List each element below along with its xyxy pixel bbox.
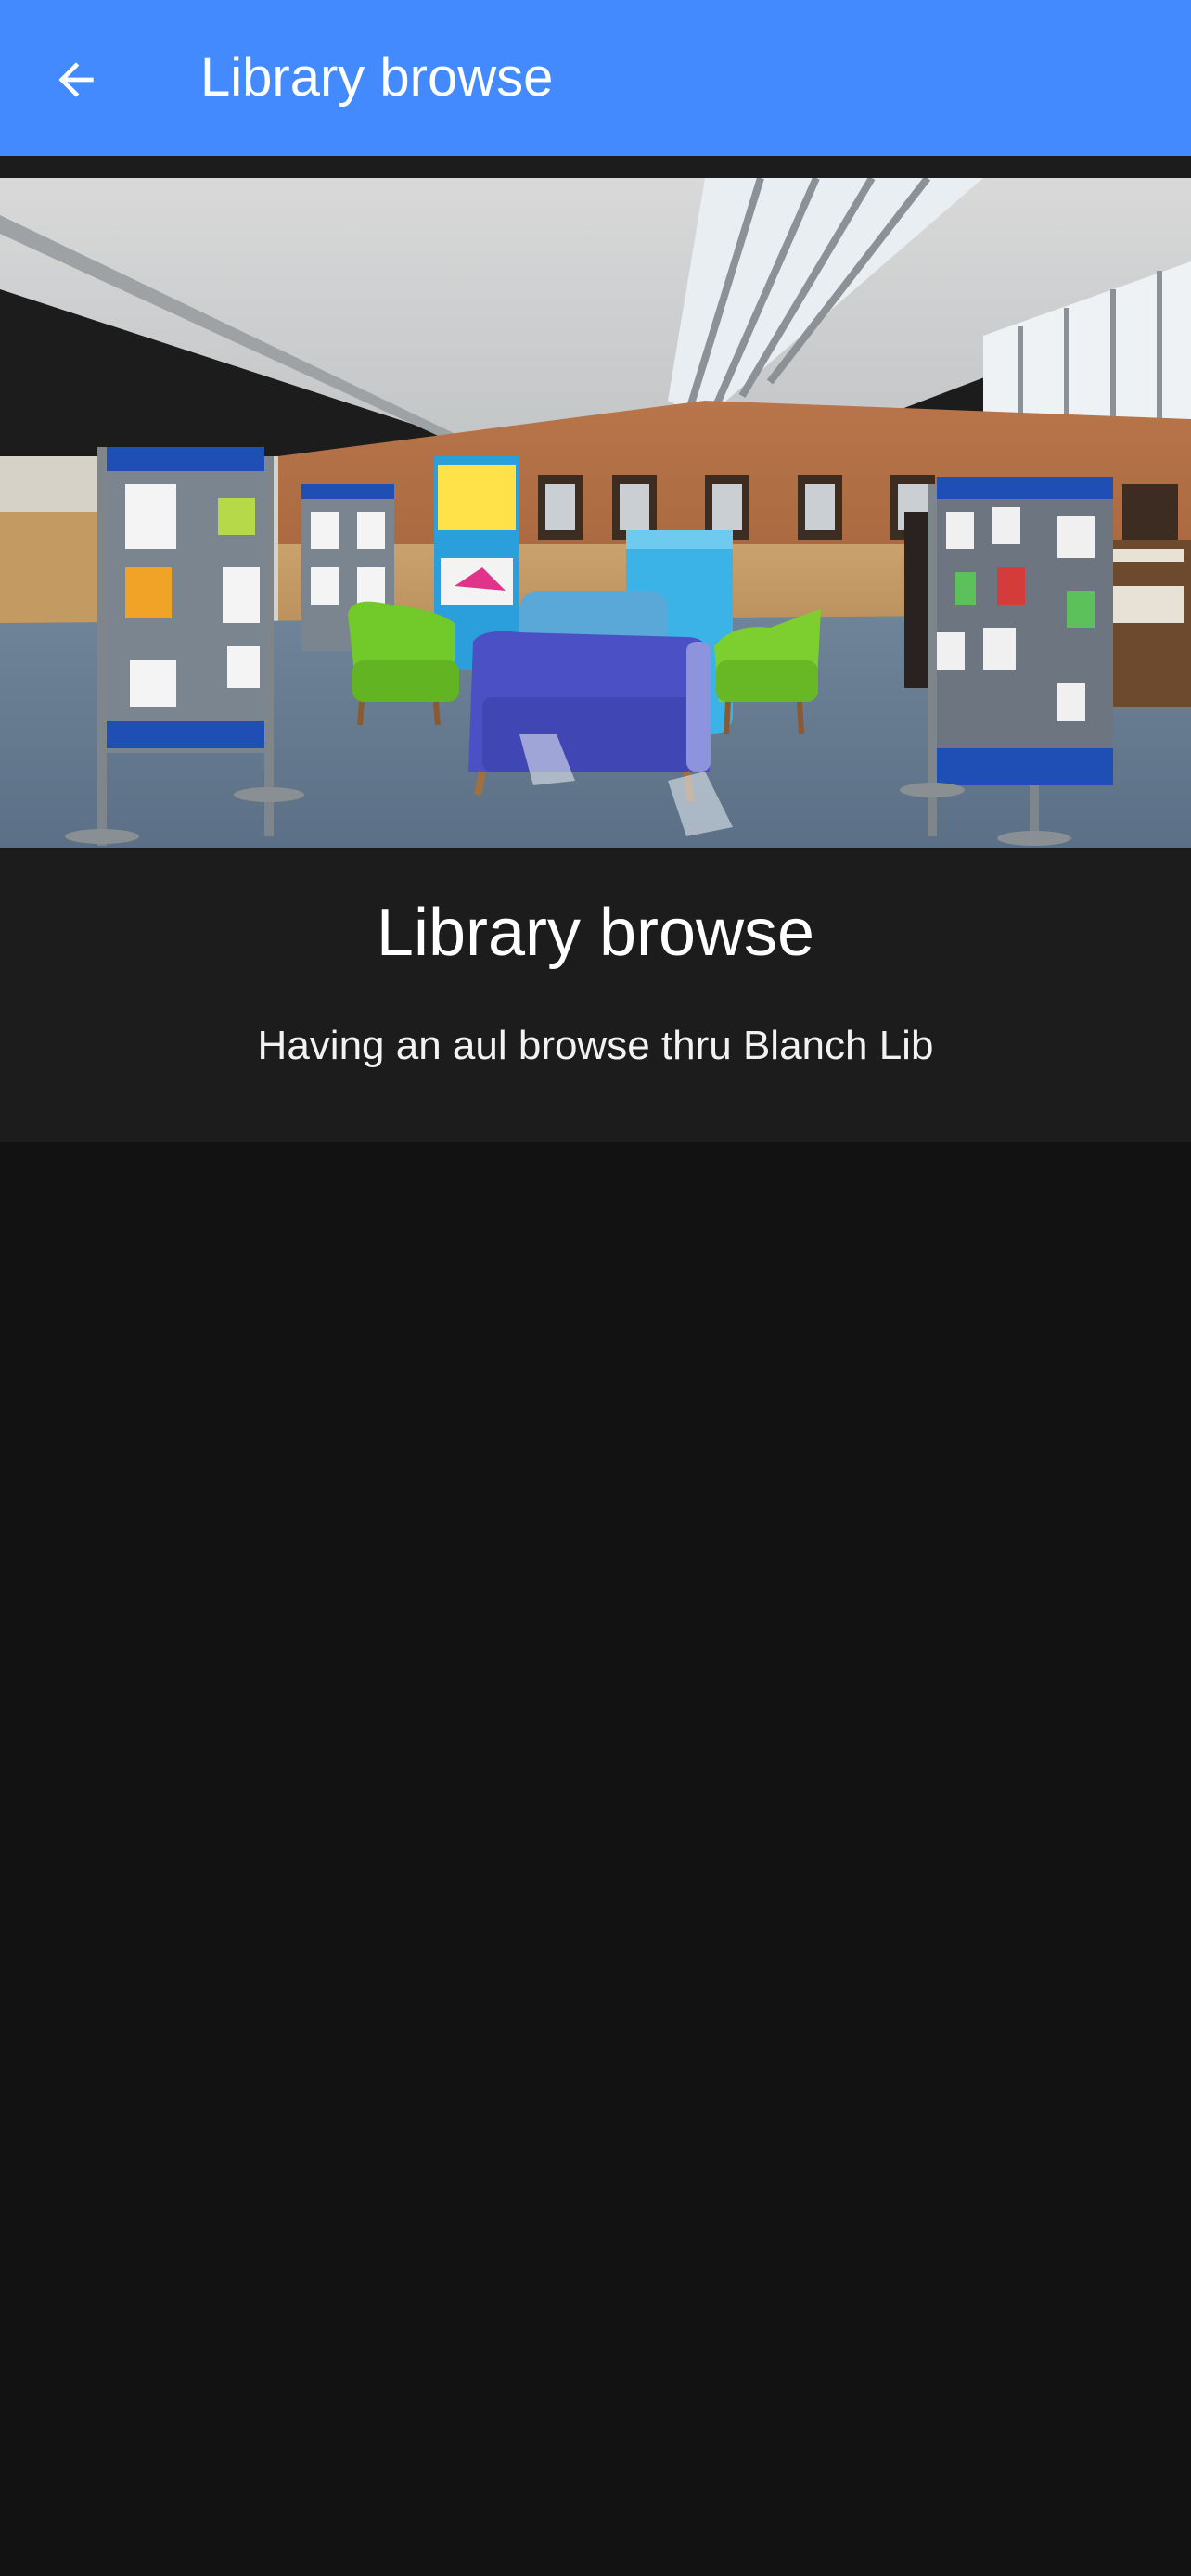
content-card[interactable]: Library browse Having an aul browse thru… — [0, 178, 1191, 1142]
app-bar: Library browse — [0, 0, 1191, 156]
card-title: Library browse — [376, 896, 815, 970]
divider — [0, 156, 1191, 178]
card-subtitle: Having an aul browse thru Blanch Lib — [257, 1023, 934, 1068]
back-button[interactable] — [37, 41, 115, 119]
arrow-back-icon — [58, 62, 94, 97]
hero-image — [0, 178, 1191, 848]
app-bar-title: Library browse — [200, 47, 554, 108]
